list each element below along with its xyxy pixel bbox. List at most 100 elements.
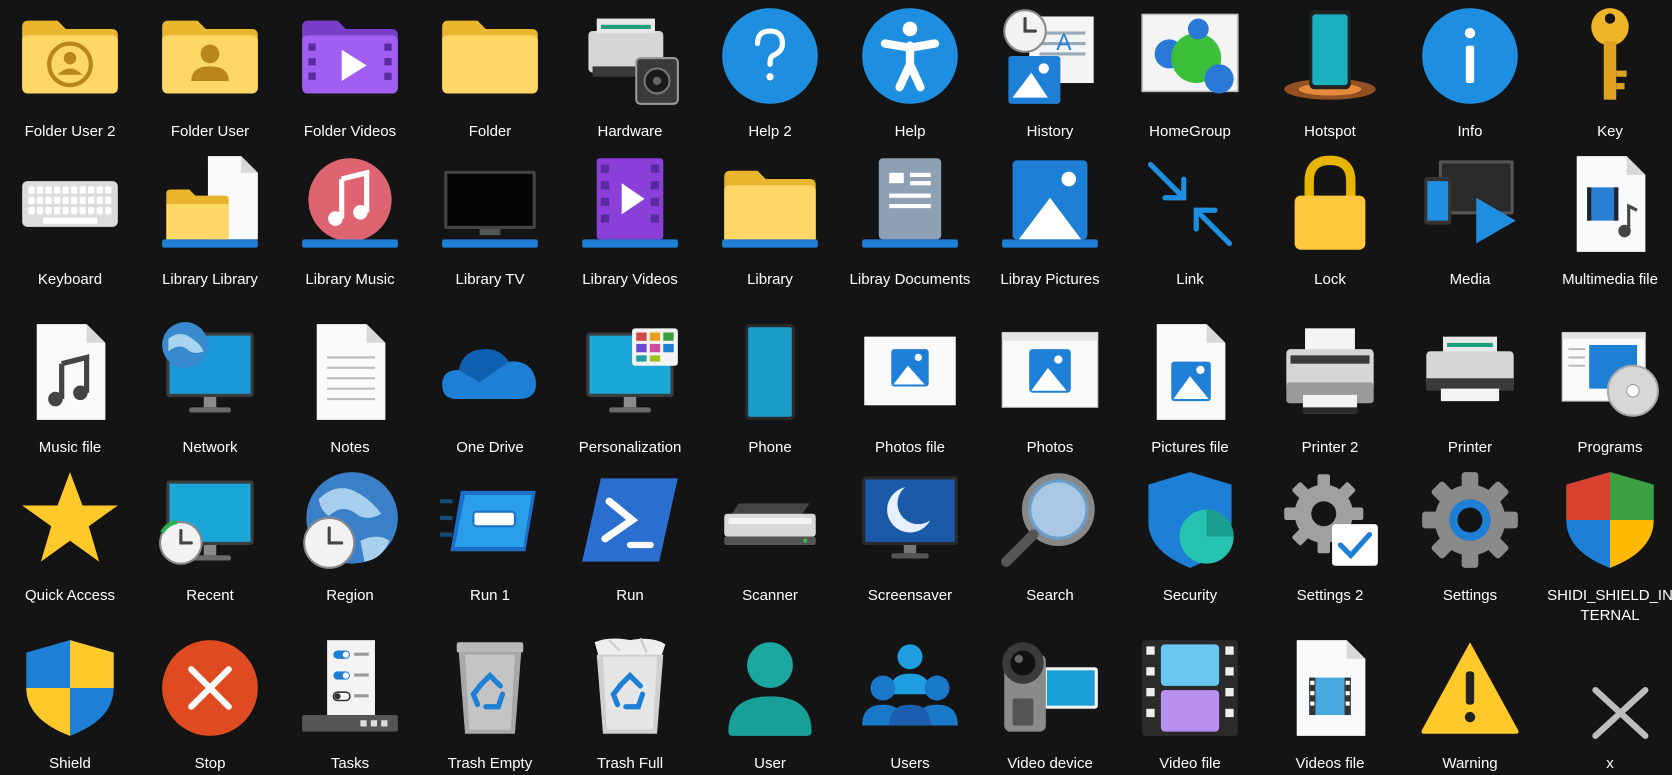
icon-item-videos-file[interactable]: Videos file [1260, 632, 1400, 774]
multimedia-file-icon [1554, 148, 1666, 260]
icon-item-warning[interactable]: Warning [1400, 632, 1540, 774]
icon-label: Hardware [597, 123, 663, 140]
icon-item-printer[interactable]: Printer [1400, 316, 1540, 458]
icon-label: Library Music [305, 271, 395, 288]
icon-item-library-tv[interactable]: Library TV [420, 148, 560, 290]
icon-item-lock[interactable]: Lock [1260, 148, 1400, 290]
phone-icon [714, 316, 826, 428]
shield-internal-icon [1554, 464, 1666, 576]
icon-label: Libray Documents [849, 271, 971, 288]
icon-item-screensaver[interactable]: Screensaver [840, 464, 980, 606]
warning-icon [1414, 632, 1526, 744]
icon-label: Library TV [455, 271, 525, 288]
icon-label: Settings 2 [1296, 587, 1364, 604]
icon-item-tasks[interactable]: Tasks [280, 632, 420, 774]
icon-label: Folder User 2 [24, 123, 116, 140]
icon-item-photos-file[interactable]: Photos file [840, 316, 980, 458]
music-file-icon [14, 316, 126, 428]
help-icon [854, 0, 966, 112]
icon-item-search[interactable]: Search [980, 464, 1120, 606]
icon-label: Warning [1442, 755, 1498, 772]
icon-label: Programs [1577, 439, 1643, 456]
icon-item-key[interactable]: Key [1540, 0, 1672, 142]
icon-label: Network [182, 439, 238, 456]
icon-label: Folder User [170, 123, 250, 140]
icon-item-x[interactable]: x [1540, 632, 1672, 774]
icon-label: Key [1597, 123, 1623, 140]
icon-item-users[interactable]: Users [840, 632, 980, 774]
icon-item-media[interactable]: Media [1400, 148, 1540, 290]
icon-item-shield[interactable]: Shield [0, 632, 140, 774]
icon-item-onedrive[interactable]: One Drive [420, 316, 560, 458]
icon-item-settings[interactable]: Settings [1400, 464, 1540, 606]
icon-item-trash-empty[interactable]: Trash Empty [420, 632, 560, 774]
icon-item-run-1[interactable]: Run 1 [420, 464, 560, 606]
icon-label: One Drive [456, 439, 524, 456]
icon-item-keyboard[interactable]: Keyboard [0, 148, 140, 290]
icon-label: Stop [194, 755, 226, 772]
icon-item-trash-full[interactable]: Trash Full [560, 632, 700, 774]
library-videos-icon [574, 148, 686, 260]
icon-item-help-2[interactable]: Help 2 [700, 0, 840, 142]
icon-label: Folder [468, 123, 512, 140]
icon-item-pictures-file[interactable]: Pictures file [1120, 316, 1260, 458]
notes-icon [294, 316, 406, 428]
icon-item-library-documents[interactable]: Libray Documents [840, 148, 980, 290]
icon-label: Photos [1026, 439, 1074, 456]
icon-item-folder-videos[interactable]: Folder Videos [280, 0, 420, 142]
icon-item-video-device[interactable]: Video device [980, 632, 1120, 774]
quick-access-icon [14, 464, 126, 576]
onedrive-icon [434, 316, 546, 428]
icon-item-phone[interactable]: Phone [700, 316, 840, 458]
icon-item-library-videos[interactable]: Library Videos [560, 148, 700, 290]
icon-item-music-file[interactable]: Music file [0, 316, 140, 458]
icon-item-homegroup[interactable]: HomeGroup [1120, 0, 1260, 142]
icon-item-help[interactable]: Help [840, 0, 980, 142]
icon-item-info[interactable]: Info [1400, 0, 1540, 142]
icon-item-notes[interactable]: Notes [280, 316, 420, 458]
icon-item-scanner[interactable]: Scanner [700, 464, 840, 606]
video-file-icon [1134, 632, 1246, 744]
icon-item-printer-2[interactable]: Printer 2 [1260, 316, 1400, 458]
icon-item-region[interactable]: Region [280, 464, 420, 606]
icon-label: Help [894, 123, 926, 140]
icon-item-network[interactable]: Network [140, 316, 280, 458]
icon-item-programs[interactable]: Programs [1540, 316, 1672, 458]
icon-item-library-library[interactable]: Library Library [140, 148, 280, 290]
icon-label: Trash Full [596, 755, 664, 772]
icon-item-photos[interactable]: Photos [980, 316, 1120, 458]
icon-item-link[interactable]: Link [1120, 148, 1260, 290]
icon-item-quick-access[interactable]: Quick Access [0, 464, 140, 606]
icon-label: Run [616, 587, 644, 604]
icon-item-user[interactable]: User [700, 632, 840, 774]
icon-item-folder[interactable]: Folder [420, 0, 560, 142]
icon-item-personalization[interactable]: Personalization [560, 316, 700, 458]
icon-item-multimedia-file[interactable]: Multimedia file [1540, 148, 1672, 290]
icon-label: x [1606, 755, 1614, 772]
icon-item-library-music[interactable]: Library Music [280, 148, 420, 290]
icon-item-run[interactable]: Run [560, 464, 700, 606]
key-icon [1554, 0, 1666, 112]
icon-item-folder-user[interactable]: Folder User [140, 0, 280, 142]
shield-icon [14, 632, 126, 744]
icon-item-settings-2[interactable]: Settings 2 [1260, 464, 1400, 606]
programs-icon [1554, 316, 1666, 428]
icon-item-shield-internal[interactable]: SHIDI_SHIELD_INTERNAL [1540, 464, 1672, 626]
icon-label: Media [1449, 271, 1491, 288]
icon-item-stop[interactable]: Stop [140, 632, 280, 774]
icon-label: HomeGroup [1149, 123, 1231, 140]
icon-item-video-file[interactable]: Video file [1120, 632, 1260, 774]
icon-item-history[interactable]: A History [980, 0, 1120, 142]
hotspot-icon [1274, 0, 1386, 112]
icon-item-recent[interactable]: Recent [140, 464, 280, 606]
stop-icon [154, 632, 266, 744]
icon-item-library-pictures[interactable]: Libray Pictures [980, 148, 1120, 290]
icon-item-hardware[interactable]: Hardware [560, 0, 700, 142]
icon-item-folder-user-2[interactable]: Folder User 2 [0, 0, 140, 142]
icon-item-hotspot[interactable]: Hotspot [1260, 0, 1400, 142]
lock-icon [1274, 148, 1386, 260]
icon-item-security[interactable]: Security [1120, 464, 1260, 606]
icon-label: Multimedia file [1562, 271, 1658, 288]
folder-icon [434, 0, 546, 112]
icon-item-library[interactable]: Library [700, 148, 840, 290]
